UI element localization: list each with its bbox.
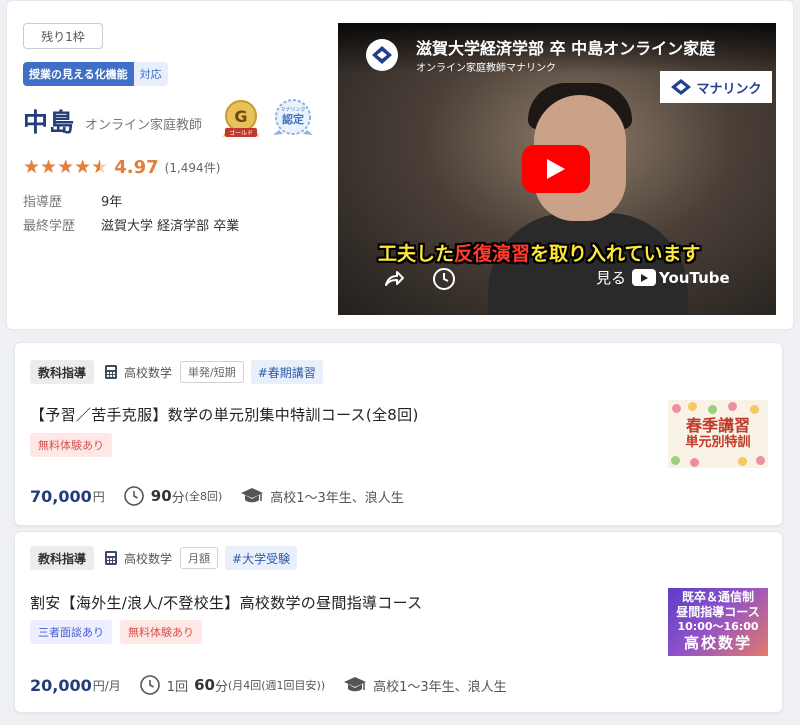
course-hashtag[interactable]: #春期講習 (251, 360, 323, 384)
course-price: 20,000 (30, 676, 92, 695)
course-card[interactable]: 教科指導 高校数学 単発/短期 #春期講習 【予習／苦手克服】数学の単元別集中特… (14, 342, 783, 526)
half-star-icon: ★ (91, 158, 108, 177)
watch-on-label: 見る (596, 267, 626, 288)
video-caption: 工夫した反復演習を取り入れています (378, 239, 700, 266)
course-category: 教科指導 (30, 360, 94, 384)
rating-stars: ★ ★ ★ ★ ★ (23, 158, 108, 177)
cert-badge-main: 認定 (282, 112, 304, 126)
tutor-role: オンライン家庭教師 (85, 114, 202, 133)
feature-tag-sub: 対応 (134, 62, 168, 86)
course-target: 高校1〜3年生、浪人生 (270, 487, 404, 506)
rating-row: ★ ★ ★ ★ ★ 4.97 (1,494件) (23, 157, 220, 178)
watch-on-youtube[interactable]: 見る YouTube (596, 267, 730, 288)
gold-badge-caption: ゴールド (229, 129, 253, 137)
course-title[interactable]: 割安【海外生/浪人/不登校生】高校数学の昼間指導コース (30, 592, 422, 613)
course-tag-row: 教科指導 高校数学 単発/短期 #春期講習 (30, 360, 323, 384)
certified-badge-icon: マナリンク 認定 (270, 97, 316, 139)
gold-rank-badge-icon: G ゴールド (219, 97, 263, 139)
visualization-feature-tag: 授業の見える化機能 対応 (23, 62, 168, 86)
watch-later-icon[interactable] (432, 267, 456, 291)
education-row: 最終学歴 滋賀大学 経済学部 卒業 (23, 215, 239, 234)
share-icon[interactable] (382, 267, 406, 291)
three-party-meeting-badge: 三者面談あり (30, 620, 112, 644)
clock-icon (139, 674, 161, 696)
intro-video-player[interactable]: 滋賀大学経済学部 卒 中島オンライン家庭 オンライン家庭教師マナリンク マナリン… (338, 23, 776, 315)
course-duration-unit: 分 (172, 487, 185, 506)
clock-icon (123, 485, 145, 507)
graduation-cap-icon (343, 674, 367, 696)
course-duration: 60 (194, 676, 215, 694)
video-title[interactable]: 滋賀大学経済学部 卒 中島オンライン家庭 (416, 35, 715, 59)
course-price-unit: 円 (93, 488, 105, 505)
star-icon: ★ (23, 158, 40, 177)
graduation-cap-icon (240, 485, 264, 507)
thumb-line-1: 既卒＆通信制 (682, 590, 754, 605)
thumb-line-2: 昼間指導コース (676, 605, 759, 620)
experience-value: 9年 (101, 191, 122, 210)
calculator-icon (104, 550, 118, 566)
feature-tag-main: 授業の見える化機能 (23, 62, 134, 86)
thumb-subtitle: 単元別特訓 (685, 435, 750, 451)
experience-label: 指導歴 (23, 191, 101, 210)
course-subject: 高校数学 (104, 364, 172, 381)
thumb-title: 春季講習 (686, 417, 750, 435)
course-lesson-count: 1回 (167, 676, 188, 695)
calculator-icon (104, 364, 118, 380)
course-meta: 20,000 円/月 1回 60 分 (月4回(週1回目安)) 高校1〜3年生、… (30, 674, 507, 696)
play-icon (545, 157, 567, 181)
star-icon: ★ (57, 158, 74, 177)
thumb-line-3: 10:00〜16:00 (677, 620, 758, 634)
course-duration: 90 (151, 487, 172, 505)
slots-remaining-badge: 残り1枠 (23, 23, 103, 49)
gold-badge-letter: G (234, 107, 247, 126)
tutor-name-row: 中島 オンライン家庭教師 (23, 103, 202, 139)
education-value: 滋賀大学 経済学部 卒業 (101, 215, 239, 234)
tutor-profile-card: 残り1枠 授業の見える化機能 対応 中島 オンライン家庭教師 G ゴールド マナ… (6, 0, 794, 330)
course-benefits: 三者面談あり 無料体験あり (30, 620, 210, 644)
rating-score: 4.97 (114, 157, 158, 178)
youtube-text: YouTube (659, 269, 730, 287)
course-tag-row: 教科指導 高校数学 月額 #大学受験 (30, 546, 297, 570)
channel-logo-icon[interactable] (366, 39, 398, 71)
brand-diamond-icon (670, 78, 692, 96)
course-hashtag[interactable]: #大学受験 (225, 546, 297, 570)
course-category: 教科指導 (30, 546, 94, 570)
course-card[interactable]: 教科指導 高校数学 月額 #大学受験 割安【海外生/浪人/不登校生】高校数学の昼… (14, 531, 783, 713)
education-label: 最終学歴 (23, 215, 101, 234)
course-type: 単発/短期 (180, 361, 244, 383)
course-title[interactable]: 【予習／苦手克服】数学の単元別集中特訓コース(全8回) (30, 404, 419, 425)
star-icon: ★ (40, 158, 57, 177)
course-thumbnail[interactable]: 春季講習 単元別特訓 (668, 400, 768, 468)
course-target: 高校1〜3年生、浪人生 (373, 676, 507, 695)
course-subject: 高校数学 (104, 550, 172, 567)
course-benefits: 無料体験あり (30, 433, 120, 457)
thumb-line-4: 高校数学 (684, 634, 752, 654)
star-icon: ★ (74, 158, 91, 177)
course-thumbnail[interactable]: 既卒＆通信制 昼間指導コース 10:00〜16:00 高校数学 (668, 588, 768, 656)
play-button[interactable] (522, 145, 590, 193)
video-brand-overlay: マナリンク (660, 71, 772, 103)
course-duration-unit: 分 (215, 676, 228, 695)
course-subject-label: 高校数学 (124, 550, 172, 567)
course-type: 月額 (180, 547, 218, 569)
review-count[interactable]: (1,494件) (165, 159, 221, 176)
video-channel-name: オンライン家庭教師マナリンク (416, 59, 556, 74)
experience-row: 指導歴 9年 (23, 191, 122, 210)
course-duration-note: (全8回) (185, 488, 223, 504)
youtube-play-icon (632, 269, 656, 286)
free-trial-badge: 無料体験あり (120, 620, 202, 644)
course-price: 70,000 (30, 487, 92, 506)
tutor-name[interactable]: 中島 (23, 103, 75, 139)
youtube-logo: YouTube (632, 269, 730, 287)
free-trial-badge: 無料体験あり (30, 433, 112, 457)
course-meta: 70,000 円 90 分 (全8回) 高校1〜3年生、浪人生 (30, 485, 404, 507)
video-brand-text: マナリンク (696, 78, 761, 97)
course-price-unit: 円/月 (93, 677, 121, 694)
course-duration-note: (月4回(週1回目安)) (228, 677, 325, 693)
course-subject-label: 高校数学 (124, 364, 172, 381)
